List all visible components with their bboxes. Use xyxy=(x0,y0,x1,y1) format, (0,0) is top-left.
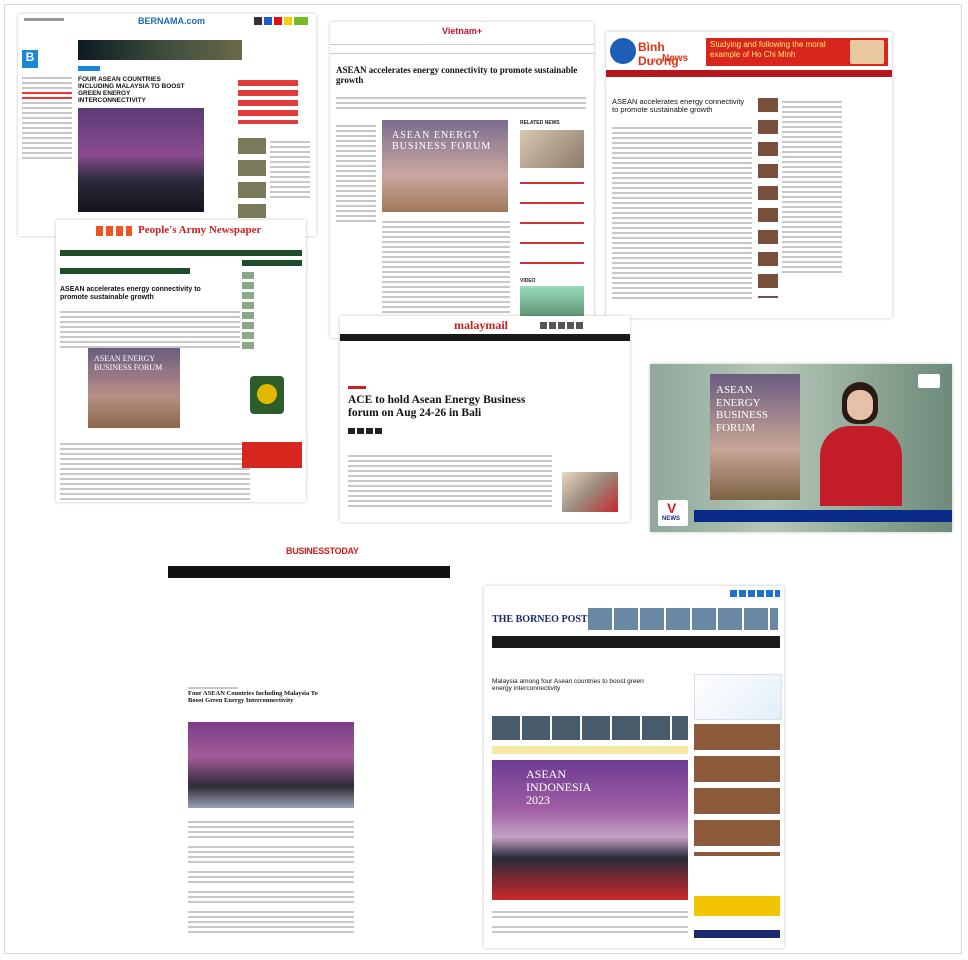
poster-title: ASEAN ENERGY BUSINESS FORUM xyxy=(94,354,163,372)
peoplesarmy-side-thumbs xyxy=(242,272,254,352)
borneopost-side-grid xyxy=(694,724,780,856)
binhduong-banner-text: Studying and following the moral example… xyxy=(710,40,826,59)
peoplesarmy-vn-flag xyxy=(242,442,302,468)
bernama-ad-banner[interactable] xyxy=(78,40,242,60)
businesstoday-logo[interactable]: BUSINESSTODAY xyxy=(286,546,359,556)
poster-title: ASEAN ENERGY BUSINESS FORUM xyxy=(716,384,768,434)
vietnamplus-related-title: RELATED NEWS xyxy=(520,120,560,126)
malaymail-social-icons[interactable] xyxy=(540,322,584,329)
borneopost-headline: Malaysia among four Asean countries to b… xyxy=(492,678,644,693)
peoplesarmy-nav[interactable] xyxy=(60,250,302,256)
poster-title: ASEAN ENERGY BUSINESS FORUM xyxy=(392,130,492,152)
peoplesarmy-screenshot: People's Army Newspaper ASEAN accelerate… xyxy=(56,220,306,502)
binhduong-banner[interactable]: Studying and following the moral example… xyxy=(706,38,888,66)
malaymail-share[interactable] xyxy=(348,428,382,434)
peoplesarmy-logo[interactable]: People's Army Newspaper xyxy=(138,224,261,236)
malaymail-logo[interactable]: malaymail xyxy=(454,318,508,333)
malaymail-side-photo xyxy=(562,472,618,512)
binhduong-side-text xyxy=(782,98,842,276)
vietnamplus-related-items xyxy=(520,174,584,274)
businesstoday-headline: Four ASEAN Countries Including Malaysia … xyxy=(188,690,318,705)
bernama-photo xyxy=(78,108,204,212)
bernama-b-icon[interactable]: B xyxy=(22,50,38,68)
binhduong-screenshot: Bình Dương News Studying and following t… xyxy=(606,32,892,318)
vietnamplus-screenshot: Vietnam+ ASEAN accelerates energy connec… xyxy=(330,22,594,338)
peoplesarmy-poster: ASEAN ENERGY BUSINESS FORUM xyxy=(88,348,180,428)
vietnamplus-headline: ASEAN accelerates energy connectivity to… xyxy=(336,65,578,85)
vietnamplus-related-photo xyxy=(520,130,584,168)
peoplesarmy-body xyxy=(60,440,250,502)
binhduong-logo[interactable]: Bình Dương News xyxy=(610,38,704,68)
vietnamplus-nav[interactable] xyxy=(330,44,594,54)
borneopost-top-strip xyxy=(588,608,778,630)
bernama-headline: FOUR ASEAN COUNTRIES INCLUDING MALAYSIA … xyxy=(78,76,185,105)
borneopost-nav[interactable] xyxy=(492,636,780,648)
malaymail-tag xyxy=(348,386,366,389)
businesstoday-photo xyxy=(188,722,354,808)
borneopost-logo[interactable]: THE BORNEO POST xyxy=(492,614,588,625)
binhduong-body xyxy=(612,124,752,302)
peoplesarmy-subnav[interactable] xyxy=(60,268,190,274)
peoplesarmy-emblem xyxy=(250,376,284,414)
bernama-sidebar xyxy=(22,74,72,162)
binhduong-headline: ASEAN accelerates energy connectivity to… xyxy=(612,97,745,115)
binhduong-logo-sub: News xyxy=(662,53,689,64)
toolbar-icons xyxy=(254,17,308,25)
vnews-poster: ASEAN ENERGY BUSINESS FORUM xyxy=(710,374,800,500)
vietnamplus-sapo xyxy=(336,94,586,112)
vietnamplus-poster: ASEAN ENERGY BUSINESS FORUM xyxy=(382,120,508,212)
malaymail-body xyxy=(348,452,552,510)
bernama-side-thumbs xyxy=(238,138,266,218)
peoplesarmy-flags xyxy=(96,226,132,236)
borneopost-social-icons[interactable] xyxy=(730,590,780,597)
borneopost-ad-45[interactable] xyxy=(694,674,782,720)
vnews-logo-letter: V xyxy=(667,500,677,516)
bernama-hot-topics xyxy=(238,80,298,124)
businesstoday-nav[interactable] xyxy=(168,566,450,578)
vnews-screenshot: ASEAN ENERGY BUSINESS FORUM V NEWS xyxy=(650,364,952,532)
news-tag xyxy=(78,66,100,71)
borneopost-body xyxy=(492,908,688,936)
borneopost-ad-strip xyxy=(492,716,688,740)
peoplesarmy-headline: ASEAN accelerates energy connectivity to… xyxy=(60,286,201,301)
borneopost-screenshot: THE BORNEO POST Malaysia among four Asea… xyxy=(484,586,784,948)
businesstoday-screenshot: BUSINESSTODAY Four ASEAN Countries Inclu… xyxy=(168,546,450,946)
news-anchor xyxy=(820,382,902,506)
peoplesarmy-most-read xyxy=(242,260,302,266)
vnews-logo[interactable]: V NEWS xyxy=(658,500,688,526)
vnews-corner-logo xyxy=(918,374,940,388)
bernama-logo[interactable]: BERNAMA.com xyxy=(138,16,205,26)
binhduong-nav[interactable] xyxy=(606,70,892,77)
vnews-ticker xyxy=(694,510,952,522)
vietnamplus-logo[interactable]: Vietnam+ xyxy=(442,26,482,36)
vietnamplus-related-list xyxy=(336,122,376,225)
malaymail-headline: ACE to hold Asean Energy Business forum … xyxy=(348,394,526,419)
vietnamplus-video-title: VIDEO xyxy=(520,278,536,284)
peoplesarmy-lead xyxy=(60,308,240,351)
vietnamplus-body xyxy=(382,218,510,326)
borneopost-notice xyxy=(492,746,688,754)
vnews-logo-sub: NEWS xyxy=(662,516,680,522)
bernama-screenshot: BERNAMA.com B FOUR ASEAN COUNTRIES INCLU… xyxy=(18,14,316,236)
borneopost-side-header xyxy=(694,930,780,938)
businesstoday-body xyxy=(188,818,354,936)
binhduong-thumbs xyxy=(758,98,778,298)
borneopost-photo: ASEAN INDONESIA 2023 xyxy=(492,760,688,900)
borneopost-side-ad[interactable] xyxy=(694,896,780,916)
borneopost-photo-banner: ASEAN INDONESIA 2023 xyxy=(526,767,591,808)
malaymail-screenshot: malaymail ACE to hold Asean Energy Busin… xyxy=(340,316,630,522)
malaymail-nav[interactable] xyxy=(340,334,630,341)
bernama-side-text xyxy=(270,138,310,201)
